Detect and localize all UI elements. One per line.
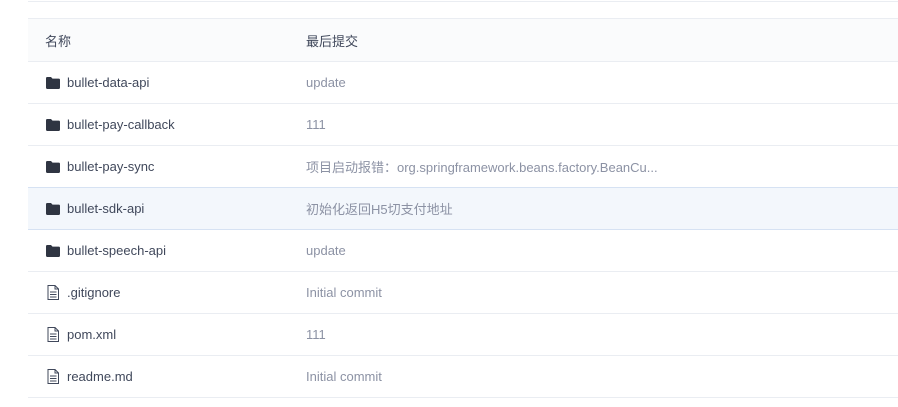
- top-divider: [28, 0, 898, 2]
- table-row[interactable]: bullet-sdk-api 初始化返回H5切支付地址: [28, 187, 898, 230]
- last-commit-link[interactable]: 111: [290, 327, 898, 342]
- file-icon: [45, 369, 60, 384]
- header-last-commit: 最后提交: [306, 33, 359, 49]
- folder-link[interactable]: bullet-data-api: [67, 75, 149, 90]
- last-commit-link[interactable]: 初始化返回H5切支付地址: [290, 199, 898, 218]
- last-commit-link[interactable]: 项目启动报错：org.springframework.beans.factory…: [290, 157, 898, 176]
- folder-icon: [45, 75, 60, 90]
- table-body: bullet-data-api update bullet-pay-callback…: [28, 62, 898, 398]
- table-row[interactable]: pom.xml 111: [28, 314, 898, 356]
- header-name: 名称: [45, 33, 72, 49]
- name-cell: bullet-sdk-api: [28, 201, 290, 216]
- folder-icon: [45, 117, 60, 132]
- name-cell: bullet-data-api: [28, 75, 290, 90]
- name-cell: bullet-pay-sync: [28, 159, 290, 174]
- table-row[interactable]: bullet-speech-api update: [28, 230, 898, 272]
- table-row[interactable]: bullet-pay-sync 项目启动报错：org.springframewor…: [28, 146, 898, 188]
- folder-link[interactable]: bullet-pay-callback: [67, 117, 175, 132]
- file-link[interactable]: pom.xml: [67, 327, 116, 342]
- file-icon: [45, 285, 60, 300]
- table-row[interactable]: bullet-pay-callback 111: [28, 104, 898, 146]
- name-cell: readme.md: [28, 369, 290, 384]
- file-table: 名称 最后提交 bullet-data-api update bullet-pay-…: [28, 18, 898, 398]
- table-header: 名称 最后提交: [28, 19, 898, 62]
- last-commit-link[interactable]: Initial commit: [290, 369, 898, 384]
- folder-link[interactable]: bullet-sdk-api: [67, 201, 144, 216]
- name-cell: pom.xml: [28, 327, 290, 342]
- file-link[interactable]: .gitignore: [67, 285, 120, 300]
- table-row[interactable]: readme.md Initial commit: [28, 356, 898, 398]
- name-cell: bullet-speech-api: [28, 243, 290, 258]
- last-commit-link[interactable]: update: [290, 75, 898, 90]
- file-link[interactable]: readme.md: [67, 369, 133, 384]
- last-commit-link[interactable]: update: [290, 243, 898, 258]
- last-commit-link[interactable]: 111: [290, 117, 898, 132]
- folder-link[interactable]: bullet-pay-sync: [67, 159, 154, 174]
- table-row[interactable]: .gitignore Initial commit: [28, 272, 898, 314]
- folder-icon: [45, 243, 60, 258]
- name-cell: .gitignore: [28, 285, 290, 300]
- folder-icon: [45, 201, 60, 216]
- name-cell: bullet-pay-callback: [28, 117, 290, 132]
- folder-icon: [45, 159, 60, 174]
- table-row[interactable]: bullet-data-api update: [28, 62, 898, 104]
- last-commit-link[interactable]: Initial commit: [290, 285, 898, 300]
- file-icon: [45, 327, 60, 342]
- folder-link[interactable]: bullet-speech-api: [67, 243, 166, 258]
